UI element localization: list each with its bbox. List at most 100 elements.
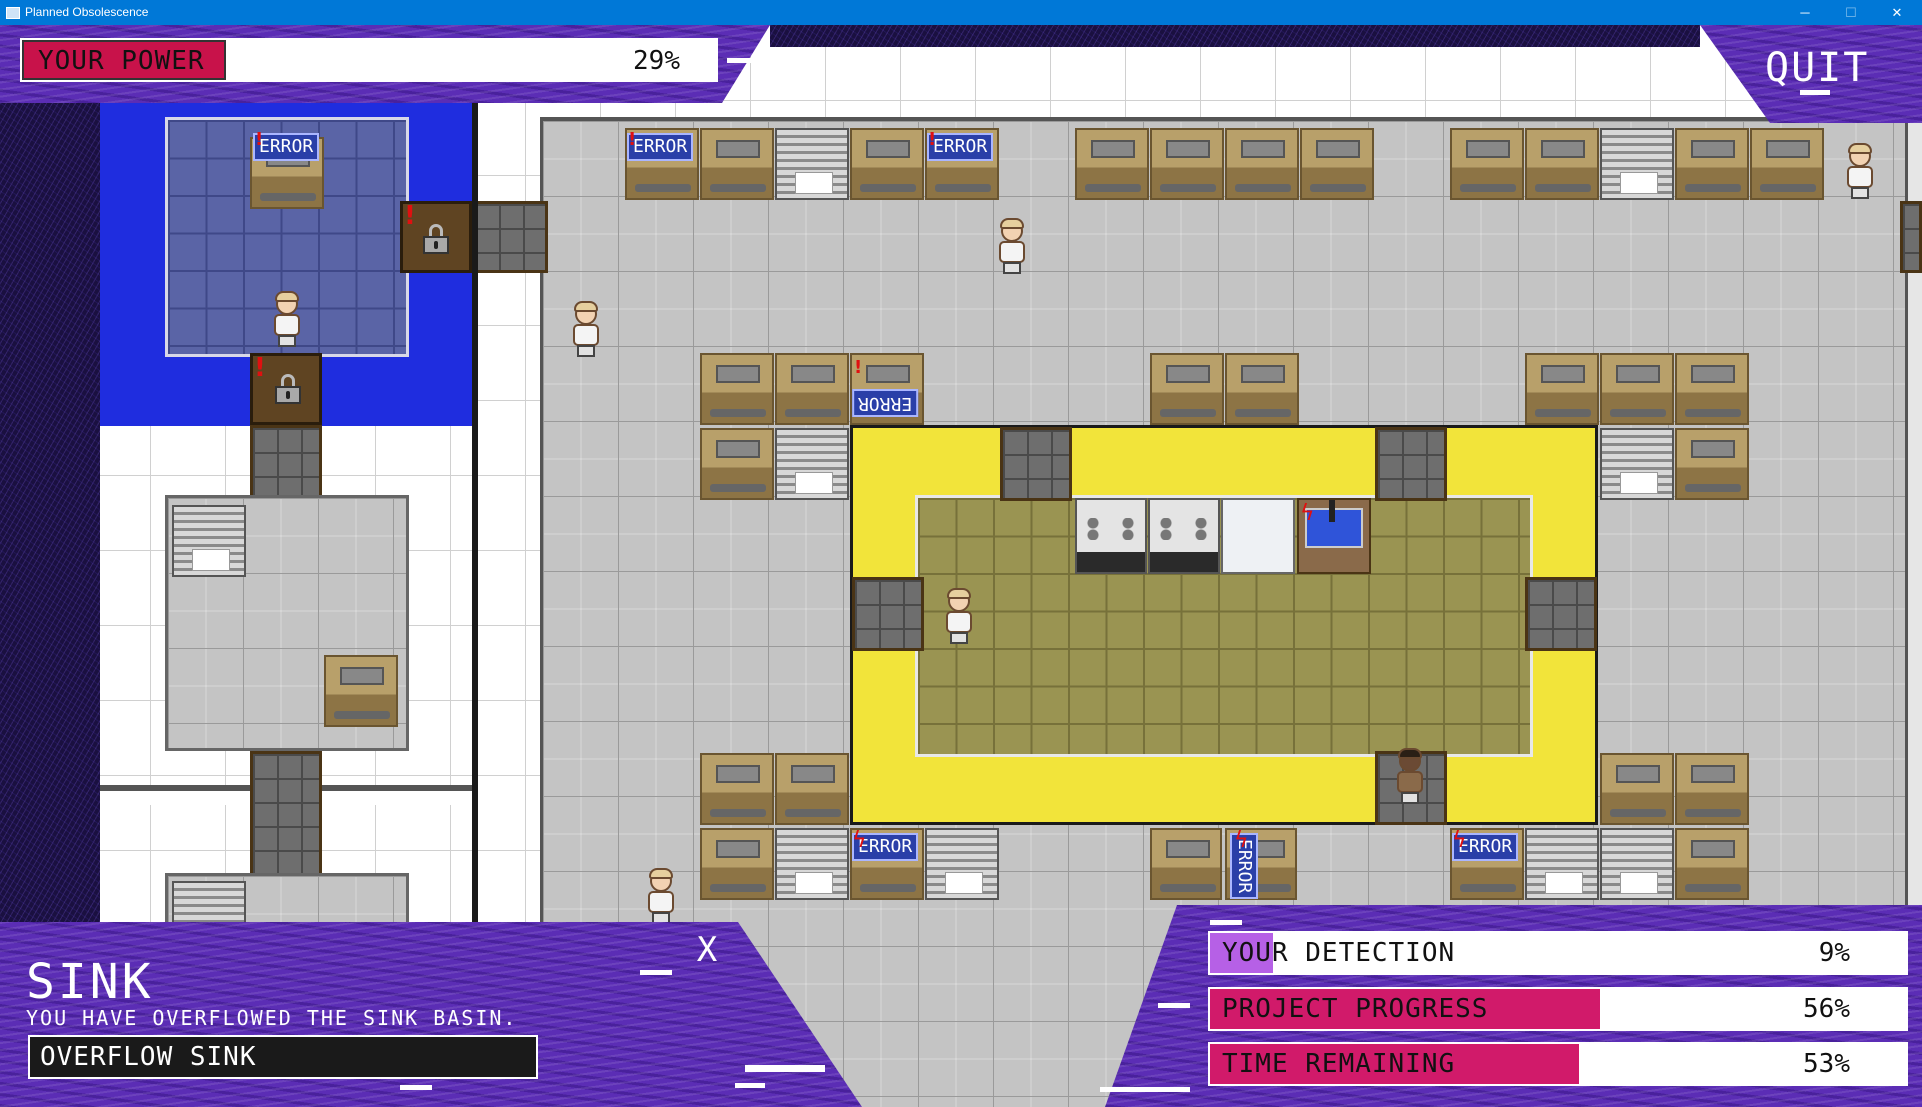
desk[interactable] bbox=[1450, 128, 1524, 200]
desk[interactable] bbox=[1525, 128, 1599, 200]
top-wall bbox=[770, 25, 1700, 47]
desk[interactable] bbox=[1300, 128, 1374, 200]
time-remaining-bar: TIME REMAINING 53% bbox=[1208, 1042, 1908, 1086]
desk[interactable] bbox=[1675, 428, 1749, 500]
hud-dash bbox=[745, 1065, 825, 1072]
desk[interactable] bbox=[700, 428, 774, 500]
desk[interactable] bbox=[1675, 128, 1749, 200]
filing-cabinet[interactable] bbox=[1600, 828, 1674, 900]
detection-value: 9% bbox=[1818, 938, 1850, 968]
alert-icon: ! bbox=[254, 353, 266, 383]
desk[interactable] bbox=[1675, 353, 1749, 425]
hud-dash bbox=[1800, 90, 1830, 95]
filing-cabinet[interactable] bbox=[775, 128, 849, 200]
alert-icon: ! bbox=[928, 129, 937, 150]
desk[interactable] bbox=[1150, 353, 1224, 425]
alert-icon: ! bbox=[404, 201, 416, 231]
desk[interactable] bbox=[700, 828, 774, 900]
maximize-button[interactable]: ☐ bbox=[1828, 0, 1874, 25]
overflow-sink-button[interactable]: OVERFLOW SINK bbox=[28, 1035, 538, 1079]
time-remaining-value: 53% bbox=[1803, 1049, 1850, 1079]
filing-cabinet[interactable] bbox=[775, 428, 849, 500]
bolt-icon: ϟ bbox=[1234, 828, 1249, 853]
error-tag: ERROR bbox=[627, 133, 694, 161]
filing-cabinet[interactable] bbox=[1525, 828, 1599, 900]
bolt-icon: ϟ bbox=[1300, 501, 1315, 526]
desk[interactable] bbox=[775, 353, 849, 425]
window-title: Planned Obsolescence bbox=[25, 5, 149, 19]
desk[interactable] bbox=[1600, 353, 1674, 425]
filing-cabinet[interactable] bbox=[1600, 128, 1674, 200]
desk[interactable] bbox=[850, 128, 924, 200]
filing-cabinet[interactable] bbox=[1600, 428, 1674, 500]
kitchen-door-north-right bbox=[1375, 427, 1447, 501]
info-description: YOU HAVE OVERFLOWED THE SINK BASIN. bbox=[26, 1006, 518, 1030]
desk[interactable] bbox=[324, 655, 398, 727]
employee-npc[interactable] bbox=[1843, 143, 1877, 201]
hud-dash bbox=[1210, 920, 1242, 925]
kitchen-door-west bbox=[852, 577, 924, 651]
close-panel-button[interactable]: X bbox=[693, 930, 721, 970]
hud-dash bbox=[640, 970, 672, 975]
alert-icon: ! bbox=[628, 129, 637, 150]
desk[interactable] bbox=[1225, 353, 1299, 425]
progress-value: 56% bbox=[1803, 994, 1850, 1024]
employee-npc[interactable] bbox=[942, 588, 976, 646]
filing-cabinet[interactable] bbox=[775, 828, 849, 900]
desk[interactable] bbox=[1225, 128, 1299, 200]
error-tag: ERROR bbox=[927, 133, 994, 161]
power-label: YOUR POWER bbox=[38, 46, 205, 76]
alert-icon: ! bbox=[854, 357, 863, 378]
hud-dash bbox=[1100, 1087, 1190, 1092]
detection-label: YOUR DETECTION bbox=[1222, 938, 1456, 968]
desk[interactable] bbox=[1675, 828, 1749, 900]
filing-cabinet[interactable] bbox=[925, 828, 999, 900]
desk[interactable] bbox=[1150, 828, 1222, 900]
window-title-bar: Planned Obsolescence ─ ☐ ✕ bbox=[0, 0, 1922, 25]
bolt-icon: ϟ bbox=[1452, 828, 1467, 853]
stove[interactable] bbox=[1075, 498, 1147, 574]
employee-npc[interactable] bbox=[270, 291, 304, 349]
desk[interactable] bbox=[700, 353, 774, 425]
doorway bbox=[472, 201, 548, 273]
info-title: SINK bbox=[26, 954, 154, 1010]
desk[interactable] bbox=[1600, 753, 1674, 825]
desk[interactable] bbox=[1075, 128, 1149, 200]
quit-button[interactable]: QUIT bbox=[1765, 43, 1885, 93]
lock-icon bbox=[423, 224, 449, 254]
progress-bar: PROJECT PROGRESS 56% bbox=[1208, 987, 1908, 1031]
close-window-button[interactable]: ✕ bbox=[1874, 0, 1920, 25]
hud-dash bbox=[727, 58, 759, 63]
stove[interactable] bbox=[1148, 498, 1220, 574]
employee-npc[interactable] bbox=[644, 868, 678, 926]
minimize-button[interactable]: ─ bbox=[1782, 0, 1828, 25]
app-icon bbox=[6, 7, 20, 19]
kitchen-door-north-left bbox=[1000, 427, 1072, 501]
time-remaining-label: TIME REMAINING bbox=[1222, 1049, 1456, 1079]
employee-npc[interactable] bbox=[995, 218, 1029, 276]
error-tag: ERROR bbox=[852, 389, 919, 417]
progress-label: PROJECT PROGRESS bbox=[1222, 994, 1489, 1024]
hud-dash bbox=[400, 1085, 432, 1090]
player-character[interactable] bbox=[1393, 748, 1427, 806]
desk[interactable] bbox=[1525, 353, 1599, 425]
fridge[interactable] bbox=[1221, 498, 1295, 574]
wall-segment bbox=[472, 103, 478, 1003]
lock-icon bbox=[275, 374, 301, 404]
desk[interactable] bbox=[1150, 128, 1224, 200]
desk[interactable] bbox=[1675, 753, 1749, 825]
hud-dash bbox=[1158, 1003, 1190, 1008]
detection-bar: YOUR DETECTION 9% bbox=[1208, 931, 1908, 975]
hud-dash bbox=[735, 1083, 765, 1088]
employee-npc[interactable] bbox=[569, 301, 603, 359]
desk[interactable] bbox=[775, 753, 849, 825]
bolt-icon: ϟ bbox=[852, 828, 867, 853]
kitchen-door-east bbox=[1525, 577, 1597, 651]
desk[interactable] bbox=[1750, 128, 1824, 200]
alert-icon: ! bbox=[255, 129, 264, 150]
desk[interactable] bbox=[700, 128, 774, 200]
game-viewport[interactable]: ! ! ERROR ! ERROR ! ERROR ! ERROR ! ϟ ER… bbox=[0, 25, 1922, 1107]
filing-cabinet[interactable] bbox=[172, 505, 246, 577]
desk[interactable] bbox=[700, 753, 774, 825]
overflow-sink-button-label: OVERFLOW SINK bbox=[40, 1042, 257, 1072]
